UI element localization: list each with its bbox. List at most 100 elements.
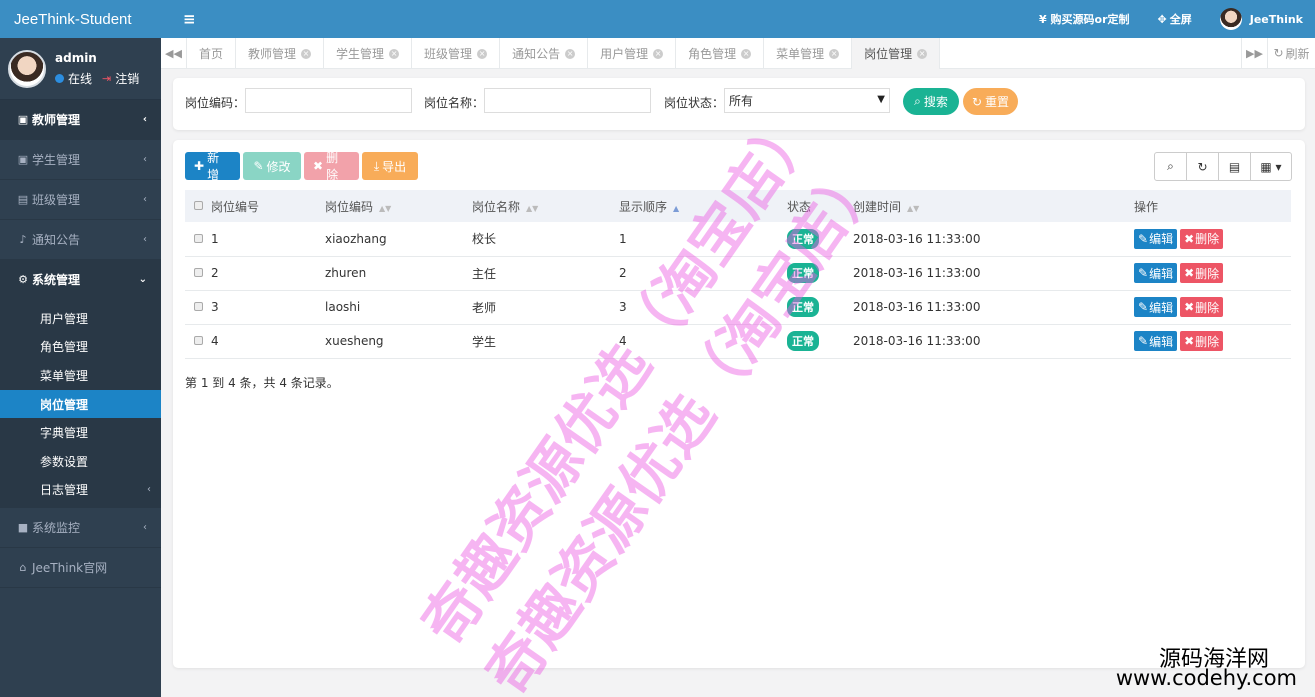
table-toolbar: ✚ 新增 ✎ 修改 ✖ 删除 ⤓ 导出: [185, 151, 418, 182]
status-badge: 正常: [787, 331, 819, 351]
col-post-code[interactable]: 岗位编码 ▲▼: [325, 190, 472, 222]
sidebar-item-student[interactable]: ▣ 学生管理 ‹: [0, 140, 161, 180]
table-row[interactable]: 1 xiaozhang 校长 1 正常 2018-03-16 11:33:00 ✎ 编辑 ✖ 删除: [185, 222, 1291, 256]
row-checkbox[interactable]: [185, 256, 211, 290]
sidebar-item-logs[interactable]: 日志管理 ‹: [0, 476, 161, 505]
col-display-order[interactable]: 显示顺序 ▲: [619, 190, 787, 222]
export-button[interactable]: ⤓ 导出: [362, 152, 418, 180]
expand-icon: ✥: [1157, 12, 1167, 26]
delete-button[interactable]: ✖ 删除: [304, 151, 359, 182]
logout-icon[interactable]: ⇥: [102, 72, 111, 85]
fullscreen-label: 全屏: [1169, 13, 1192, 26]
close-icon[interactable]: ×: [653, 48, 664, 59]
sidebar-item-users[interactable]: 用户管理: [0, 304, 161, 333]
user-menu[interactable]: JeeThink: [1219, 8, 1303, 30]
tab-users[interactable]: 用户管理 ×: [588, 38, 677, 69]
row-delete-button[interactable]: ✖ 删除: [1180, 263, 1224, 283]
reset-button[interactable]: ↻ 重置: [963, 88, 1018, 115]
tab-roles[interactable]: 角色管理 ×: [676, 38, 765, 69]
post-code-input[interactable]: [245, 88, 412, 113]
refresh-icon: ↻: [1273, 46, 1284, 60]
sidebar-item-notice[interactable]: ♪ 通知公告 ‹: [0, 220, 161, 260]
row-delete-button[interactable]: ✖ 删除: [1180, 297, 1224, 317]
col-post-id: 岗位编号: [211, 199, 260, 214]
table-row[interactable]: 4 xuesheng 学生 4 正常 2018-03-16 11:33:00 ✎ 编辑 ✖ 删除: [185, 324, 1291, 358]
sidebar-item-monitor[interactable]: ■ 系统监控 ‹: [0, 508, 161, 549]
tab-home[interactable]: 首页: [187, 38, 237, 69]
tab-notice[interactable]: 通知公告 ×: [500, 38, 589, 69]
add-button[interactable]: ✚ 新增: [185, 151, 240, 182]
toggle-view-icon[interactable]: ▤: [1218, 152, 1251, 181]
menu-toggle-icon[interactable]: ≡: [183, 10, 196, 28]
close-icon[interactable]: ×: [301, 48, 312, 59]
sidebar-item-class[interactable]: ▤ 班级管理 ‹: [0, 180, 161, 220]
row-checkbox[interactable]: [185, 290, 211, 324]
search-toggle-icon[interactable]: ⌕: [1154, 152, 1187, 181]
row-checkbox[interactable]: [185, 222, 211, 256]
cell-post-name: 学生: [472, 334, 497, 349]
tab-bar: ◀◀ 首页 教师管理 × 学生管理 × 班级管理 × 通知公告 × 用户管理 × 角色管理…: [161, 38, 1315, 69]
sidebar-item-posts[interactable]: 岗位管理: [0, 389, 161, 419]
avatar[interactable]: [8, 49, 46, 88]
row-delete-button[interactable]: ✖ 删除: [1180, 228, 1224, 249]
cell-display-order: 2: [619, 266, 627, 280]
tab-label: 用户管理: [600, 47, 649, 61]
status-select-value: 所有: [729, 94, 754, 108]
sidebar-item-system[interactable]: ⚙ 系统管理 ⌄: [0, 260, 161, 300]
table-row[interactable]: 2 zhuren 主任 2 正常 2018-03-16 11:33:00 ✎ 编辑 ✖ 删除: [185, 256, 1291, 290]
logout-link[interactable]: 注销: [115, 70, 139, 87]
post-status-select[interactable]: 所有 ▼: [724, 88, 890, 113]
table-header-row: 岗位编号 岗位编码 ▲▼ 岗位名称 ▲▼ 显示顺序 ▲ 状态 创建时间 ▲▼ 操作: [185, 190, 1291, 222]
tab-menus[interactable]: 菜单管理 ×: [764, 38, 853, 69]
sidebar-item-roles[interactable]: 角色管理: [0, 333, 161, 362]
fullscreen-button[interactable]: ✥ 全屏: [1158, 11, 1192, 27]
cell-post-code: zhuren: [325, 266, 367, 280]
edit-button[interactable]: ✎ 修改: [243, 152, 301, 180]
close-icon[interactable]: ×: [917, 48, 928, 59]
tab-label: 班级管理: [424, 47, 473, 61]
remove-icon: ✖: [313, 159, 324, 173]
col-post-name[interactable]: 岗位名称 ▲▼: [472, 190, 619, 222]
cell-status: 正常: [787, 222, 853, 256]
tab-student[interactable]: 学生管理 ×: [324, 38, 413, 69]
close-icon[interactable]: ×: [389, 48, 400, 59]
search-button[interactable]: ⌕ 搜索: [903, 88, 959, 115]
tab-posts[interactable]: 岗位管理 ×: [852, 38, 941, 69]
sidebar-item-teacher[interactable]: ▣ 教师管理 ‹: [0, 100, 161, 140]
online-dot-icon: [55, 73, 64, 83]
sidebar-item-menus[interactable]: 菜单管理: [0, 361, 161, 390]
refresh-button[interactable]: ↻ 刷新: [1267, 38, 1315, 68]
table-row[interactable]: 3 laoshi 老师 3 正常 2018-03-16 11:33:00 ✎ 编辑 ✖ 删除: [185, 290, 1291, 324]
post-table: 岗位编号 岗位编码 ▲▼ 岗位名称 ▲▼ 显示顺序 ▲ 状态 创建时间 ▲▼ 操作 1 x…: [185, 190, 1291, 359]
system-submenu: 用户管理 角色管理 菜单管理 岗位管理 字典管理 参数设置 日志管理 ‹: [0, 300, 161, 509]
close-icon[interactable]: ×: [477, 48, 488, 59]
post-name-input[interactable]: [484, 88, 651, 113]
tab-scroll-left-icon[interactable]: ◀◀: [161, 38, 187, 69]
tab-class[interactable]: 班级管理 ×: [412, 38, 501, 69]
delete-label: 删除: [326, 151, 339, 182]
row-edit-button[interactable]: ✎ 编辑: [1134, 331, 1178, 351]
close-icon[interactable]: ×: [741, 48, 752, 59]
id-card-icon: ▣: [17, 113, 29, 126]
sidebar-item-site[interactable]: ⌂ JeeThink官网: [0, 548, 161, 589]
row-delete-button[interactable]: ✖ 删除: [1180, 331, 1224, 351]
sidebar: JeeThink-Student admin 在线 ⇥ 注销 ▣ 教师管理 ‹ …: [0, 0, 161, 697]
tab-scroll-right-icon[interactable]: ▶▶: [1241, 38, 1267, 68]
refresh-icon[interactable]: ↻: [1186, 152, 1219, 181]
tab-teacher[interactable]: 教师管理 ×: [236, 38, 325, 69]
row-edit-button[interactable]: ✎ 编辑: [1134, 263, 1178, 283]
row-checkbox[interactable]: [185, 324, 211, 358]
cell-post-code: xuesheng: [325, 334, 384, 348]
sidebar-item-config[interactable]: 参数设置: [0, 447, 161, 476]
close-icon[interactable]: ×: [829, 48, 840, 59]
close-icon[interactable]: ×: [565, 48, 576, 59]
row-edit-button[interactable]: ✎ 编辑: [1134, 228, 1178, 249]
col-created-time[interactable]: 创建时间 ▲▼: [853, 190, 1134, 222]
sidebar-item-dict[interactable]: 字典管理: [0, 418, 161, 447]
columns-icon[interactable]: ▦ ▾: [1250, 152, 1292, 181]
post-code-label: 岗位编码：: [185, 96, 246, 110]
row-edit-button[interactable]: ✎ 编辑: [1134, 297, 1178, 317]
buy-source-link[interactable]: ¥ 购买源码or定制: [1039, 11, 1129, 27]
table-tools: ⌕ ↻ ▤ ▦ ▾: [1154, 152, 1292, 181]
select-all-checkbox[interactable]: [185, 190, 211, 222]
